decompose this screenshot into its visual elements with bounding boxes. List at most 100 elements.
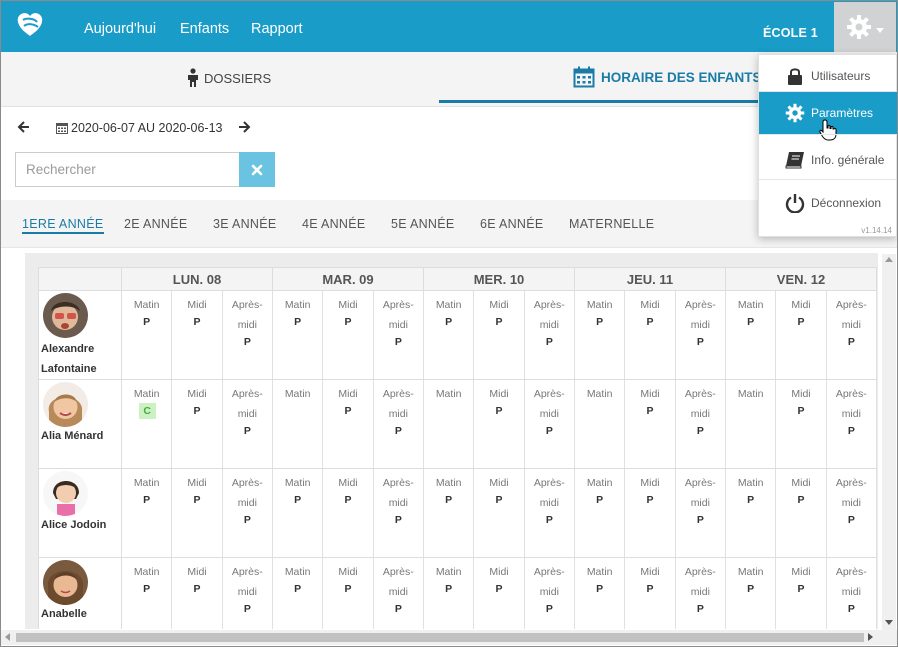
child-row-header[interactable]: Alia Ménard	[38, 380, 122, 469]
tab-grade-4[interactable]: 4E ANNÉE	[302, 217, 366, 231]
schedule-slot-matin[interactable]: Matin P	[575, 558, 626, 629]
schedule-slot-matin[interactable]: Matin	[273, 380, 324, 468]
schedule-slot-apres[interactable]: Après-midi P	[373, 469, 424, 557]
logo-icon[interactable]	[12, 8, 48, 40]
schedule-slot-apres[interactable]: Après-midi P	[675, 558, 726, 629]
schedule-slot-matin[interactable]: Matin P	[122, 469, 173, 557]
schedule-slot-apres[interactable]: Après-midi P	[675, 291, 726, 379]
schedule-slot-matin[interactable]: Matin P	[726, 291, 777, 379]
schedule-slot-midi[interactable]: Midi P	[776, 469, 827, 557]
tab-horaire[interactable]: HORAIRE DES ENFANTS	[573, 66, 762, 88]
slot-status: P	[596, 494, 604, 506]
scroll-thumb[interactable]	[16, 633, 864, 642]
slot-status: P	[646, 583, 654, 595]
schedule-slot-matin[interactable]: Matin P	[273, 558, 324, 629]
nav-link-today[interactable]: Aujourd'hui	[84, 21, 156, 37]
previous-week-arrow-icon[interactable]	[17, 120, 31, 134]
schedule-slot-apres[interactable]: Après-midi P	[524, 558, 575, 629]
slot-status: P	[445, 583, 453, 595]
nav-link-children[interactable]: Enfants	[180, 21, 229, 37]
date-range: 2020-06-07 AU 2020-06-13	[56, 121, 223, 135]
schedule-slot-midi[interactable]: Midi P	[323, 380, 374, 468]
schedule-slot-midi[interactable]: Midi P	[323, 469, 374, 557]
next-week-arrow-icon[interactable]	[237, 120, 251, 134]
schedule-slot-apres[interactable]: Après-midi P	[675, 380, 726, 468]
schedule-slot-midi[interactable]: Midi P	[172, 558, 223, 629]
schedule-slot-midi[interactable]: Midi P	[474, 291, 525, 379]
nav-link-report[interactable]: Rapport	[251, 21, 303, 37]
schedule-slot-apres[interactable]: Après-midi P	[222, 380, 273, 468]
schedule-slot-apres[interactable]: Après-midi P	[524, 469, 575, 557]
schedule-slot-midi[interactable]: Midi P	[474, 469, 525, 557]
schedule-slot-midi[interactable]: Midi P	[625, 469, 676, 557]
schedule-slot-matin[interactable]: Matin P	[575, 469, 626, 557]
schedule-slot-midi[interactable]: Midi P	[474, 380, 525, 468]
schedule-slot-apres[interactable]: Après-midi P	[826, 291, 877, 379]
schedule-slot-matin[interactable]: Matin P	[122, 558, 173, 629]
schedule-slot-apres[interactable]: Après-midi P	[826, 469, 877, 557]
schedule-slot-matin[interactable]: Matin P	[273, 469, 324, 557]
tab-grade-1[interactable]: 1ERE ANNÉE	[22, 217, 104, 234]
schedule-slot-apres[interactable]: Après-midi P	[222, 291, 273, 379]
schedule-slot-midi[interactable]: Midi P	[323, 291, 374, 379]
schedule-slot-matin[interactable]: Matin P	[726, 469, 777, 557]
schedule-slot-matin[interactable]: Matin C	[122, 380, 173, 468]
schedule-slot-midi[interactable]: Midi P	[776, 558, 827, 629]
schedule-slot-apres[interactable]: Après-midi P	[373, 380, 424, 468]
schedule-slot-matin[interactable]: Matin P	[122, 291, 173, 379]
clear-search-button[interactable]	[239, 152, 275, 187]
settings-menu-button[interactable]	[834, 2, 896, 54]
tab-grade-5[interactable]: 5E ANNÉE	[391, 217, 455, 231]
schedule-slot-apres[interactable]: Après-midi P	[524, 380, 575, 468]
schedule-slot-matin[interactable]: Matin P	[726, 558, 777, 629]
tab-grade-3[interactable]: 3E ANNÉE	[213, 217, 277, 231]
schedule-slot-apres[interactable]: Après-midi P	[222, 469, 273, 557]
schedule-slot-midi[interactable]: Midi P	[474, 558, 525, 629]
slot-status: P	[545, 336, 553, 348]
schedule-slot-matin[interactable]: Matin	[424, 380, 475, 468]
schedule-slot-apres[interactable]: Après-midi P	[373, 291, 424, 379]
schedule-slot-midi[interactable]: Midi P	[172, 291, 223, 379]
child-row-header[interactable]: Anabelle	[38, 558, 122, 629]
schedule-slot-midi[interactable]: Midi P	[172, 380, 223, 468]
vertical-scrollbar[interactable]	[882, 254, 896, 630]
slot-label: Midi	[338, 299, 358, 311]
schedule-slot-apres[interactable]: Après-midi P	[826, 558, 877, 629]
schedule-slot-midi[interactable]: Midi P	[323, 558, 374, 629]
menu-item-logout[interactable]: Déconnexion	[759, 182, 898, 224]
schedule-slot-apres[interactable]: Après-midi P	[524, 291, 575, 379]
schedule-slot-midi[interactable]: Midi P	[776, 380, 827, 468]
schedule-slot-matin[interactable]: Matin P	[424, 558, 475, 629]
tab-grade-6[interactable]: 6E ANNÉE	[480, 217, 544, 231]
search-input[interactable]	[15, 152, 240, 187]
schedule-slot-midi[interactable]: Midi P	[172, 469, 223, 557]
schedule-slot-midi[interactable]: Midi P	[625, 291, 676, 379]
scroll-up-icon[interactable]	[885, 257, 893, 262]
schedule-slot-matin[interactable]: Matin P	[424, 469, 475, 557]
scroll-left-icon[interactable]	[5, 633, 10, 641]
schedule-slot-matin[interactable]: Matin	[575, 380, 626, 468]
schedule-slot-apres[interactable]: Après-midi P	[222, 558, 273, 629]
schedule-slot-apres[interactable]: Après-midi P	[373, 558, 424, 629]
scroll-down-icon[interactable]	[885, 620, 893, 625]
chevron-down-icon	[876, 28, 884, 33]
schedule-slot-matin[interactable]: Matin	[726, 380, 777, 468]
schedule-slot-midi[interactable]: Midi P	[625, 558, 676, 629]
child-row-header[interactable]: Alexandre Lafontaine	[38, 291, 122, 380]
schedule-slot-matin[interactable]: Matin P	[273, 291, 324, 379]
menu-item-info[interactable]: Info. générale	[759, 139, 898, 181]
horizontal-scrollbar[interactable]	[0, 630, 898, 645]
slot-status: P	[394, 514, 402, 526]
tab-grade-2[interactable]: 2E ANNÉE	[124, 217, 188, 231]
schedule-slot-apres[interactable]: Après-midi P	[675, 469, 726, 557]
child-row-header[interactable]: Alice Jodoin	[38, 469, 122, 558]
scroll-right-icon[interactable]	[868, 633, 873, 641]
schedule-slot-apres[interactable]: Après-midi P	[826, 380, 877, 468]
schedule-slot-matin[interactable]: Matin P	[575, 291, 626, 379]
schedule-slot-midi[interactable]: Midi P	[625, 380, 676, 468]
schedule-slot-midi[interactable]: Midi P	[776, 291, 827, 379]
tab-dossiers[interactable]: DOSSIERS	[186, 68, 271, 88]
schedule-slot-matin[interactable]: Matin P	[424, 291, 475, 379]
menu-item-logout-label: Déconnexion	[811, 196, 882, 210]
tab-maternelle[interactable]: MATERNELLE	[569, 217, 654, 231]
